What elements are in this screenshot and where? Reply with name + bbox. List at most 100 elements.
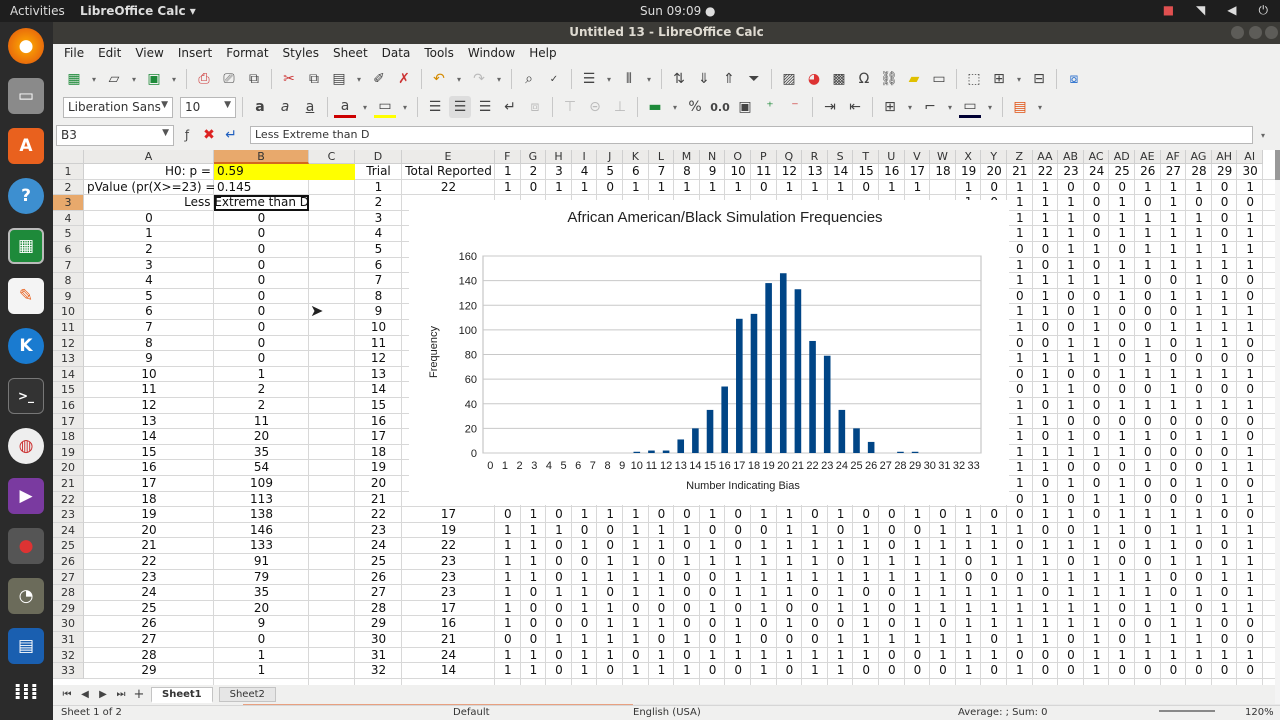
cell-z11[interactable]: 1 [1007,320,1033,336]
cell-ai9[interactable]: 0 [1237,289,1263,305]
cell-ad7[interactable]: 1 [1109,258,1135,274]
row-header[interactable]: 21 [53,476,84,492]
cell-b23[interactable]: 138 [214,507,309,523]
cell-ab27[interactable]: 1 [1058,570,1084,586]
cell-r33[interactable]: 1 [802,663,828,679]
cell-af19[interactable]: 0 [1161,445,1187,461]
cell-ah4[interactable]: 0 [1212,211,1238,227]
cell-ai24[interactable]: 1 [1237,523,1263,539]
cell-af32[interactable]: 1 [1161,648,1187,664]
row-header[interactable]: 15 [53,382,84,398]
menu-styles[interactable]: Styles [276,44,326,64]
cell-n27[interactable]: 0 [700,570,726,586]
cell-e28[interactable]: 23 [402,585,495,601]
cell-a23[interactable]: 19 [84,507,214,523]
cell-ag18[interactable]: 1 [1186,429,1212,445]
cell-j2[interactable]: 0 [597,180,623,196]
cell-ab10[interactable]: 0 [1058,304,1084,320]
cell-ab17[interactable]: 0 [1058,414,1084,430]
cell-ad19[interactable]: 1 [1109,445,1135,461]
cell-ad13[interactable]: 0 [1109,351,1135,367]
cell-ai13[interactable]: 0 [1237,351,1263,367]
save-dropdown-icon[interactable]: ▾ [168,68,180,90]
cell-ag27[interactable]: 0 [1186,570,1212,586]
cell-d1[interactable]: Trial [355,164,402,180]
cell-z19[interactable]: 1 [1007,445,1033,461]
cell-af14[interactable]: 1 [1161,367,1187,383]
cell-s24[interactable]: 0 [828,523,854,539]
cell-f26[interactable]: 1 [495,554,521,570]
cell-af21[interactable]: 0 [1161,476,1187,492]
chevron-down-icon[interactable]: ▼ [161,100,168,110]
cell-ai26[interactable]: 1 [1237,554,1263,570]
cell-ai11[interactable]: 1 [1237,320,1263,336]
chart[interactable]: African American/Black Simulation Freque… [409,200,1009,505]
column-header-ab[interactable]: AB [1058,150,1084,164]
cell-d25[interactable]: 24 [355,538,402,554]
record-icon[interactable]: ● [8,528,44,564]
function-wizard-icon[interactable]: ƒ [178,124,196,146]
cell-h27[interactable]: 0 [546,570,572,586]
column-header-x[interactable]: X [955,150,982,164]
cell-ai32[interactable]: 1 [1237,648,1263,664]
cell-v2[interactable]: 1 [905,180,931,196]
row-header[interactable]: 18 [53,429,84,445]
cell-ae26[interactable]: 0 [1135,554,1161,570]
cell-k2[interactable]: 1 [623,180,649,196]
cell-l24[interactable]: 1 [649,523,675,539]
cell-u25[interactable]: 0 [879,538,905,554]
cell-w33[interactable]: 0 [930,663,956,679]
name-box[interactable]: B3 ▼ [56,124,174,146]
row-header[interactable]: 5 [53,226,84,242]
minimize-button[interactable] [1231,26,1244,39]
cell-ac11[interactable]: 1 [1084,320,1110,336]
cell-a27[interactable]: 23 [84,570,214,586]
cell-q26[interactable]: 1 [777,554,803,570]
column-header-ac[interactable]: AC [1083,150,1110,164]
cell-ag21[interactable]: 1 [1186,476,1212,492]
cell-h29[interactable]: 0 [546,601,572,617]
cell-l23[interactable]: 0 [649,507,675,523]
cell-ai25[interactable]: 1 [1237,538,1263,554]
cell-h26[interactable]: 0 [546,554,572,570]
cell-ae11[interactable]: 0 [1135,320,1161,336]
add-decimal-icon[interactable]: ⁺ [759,96,781,118]
cell-k29[interactable]: 0 [623,601,649,617]
cell-b2[interactable]: 0.145 [214,180,309,196]
cell-y24[interactable]: 1 [981,523,1007,539]
add-sheet-icon[interactable]: + [133,687,145,702]
cell-ae4[interactable]: 1 [1135,211,1161,227]
cell-s32[interactable]: 1 [828,648,854,664]
delete-decimal-icon[interactable]: ⁻ [784,96,806,118]
cell-ai10[interactable]: 1 [1237,304,1263,320]
cell-f32[interactable]: 1 [495,648,521,664]
cell-d26[interactable]: 25 [355,554,402,570]
column-header-ah[interactable]: AH [1211,150,1238,164]
column-header-w[interactable]: W [930,150,956,164]
cell-q25[interactable]: 1 [777,538,803,554]
cell-ag22[interactable]: 0 [1186,492,1212,508]
column-header-d[interactable]: D [355,150,402,164]
cell-ad21[interactable]: 1 [1109,476,1135,492]
cell-y26[interactable]: 1 [981,554,1007,570]
cell-o28[interactable]: 1 [725,585,751,601]
increase-indent-icon[interactable]: ⇥ [819,96,841,118]
cell-l26[interactable]: 0 [649,554,675,570]
print-preview-icon[interactable]: ⧉ [243,68,265,90]
cell-a6[interactable]: 2 [84,242,214,258]
row-header[interactable]: 25 [53,538,84,554]
row-header[interactable]: 32 [53,647,84,664]
cell-j24[interactable]: 0 [597,523,623,539]
menu-file[interactable]: File [57,44,91,64]
cell-aa23[interactable]: 1 [1033,507,1059,523]
cell-t28[interactable]: 0 [853,585,879,601]
cell-u28[interactable]: 0 [879,585,905,601]
row-icon[interactable]: ☰ [578,68,600,90]
cell-v29[interactable]: 1 [905,601,931,617]
cell-n28[interactable]: 0 [700,585,726,601]
chart-bar[interactable] [765,283,772,453]
cell-aa16[interactable]: 0 [1033,398,1059,414]
cell-z12[interactable]: 0 [1007,336,1033,352]
expand-formula-icon[interactable]: ▾ [1257,124,1269,146]
cell-s27[interactable]: 1 [828,570,854,586]
